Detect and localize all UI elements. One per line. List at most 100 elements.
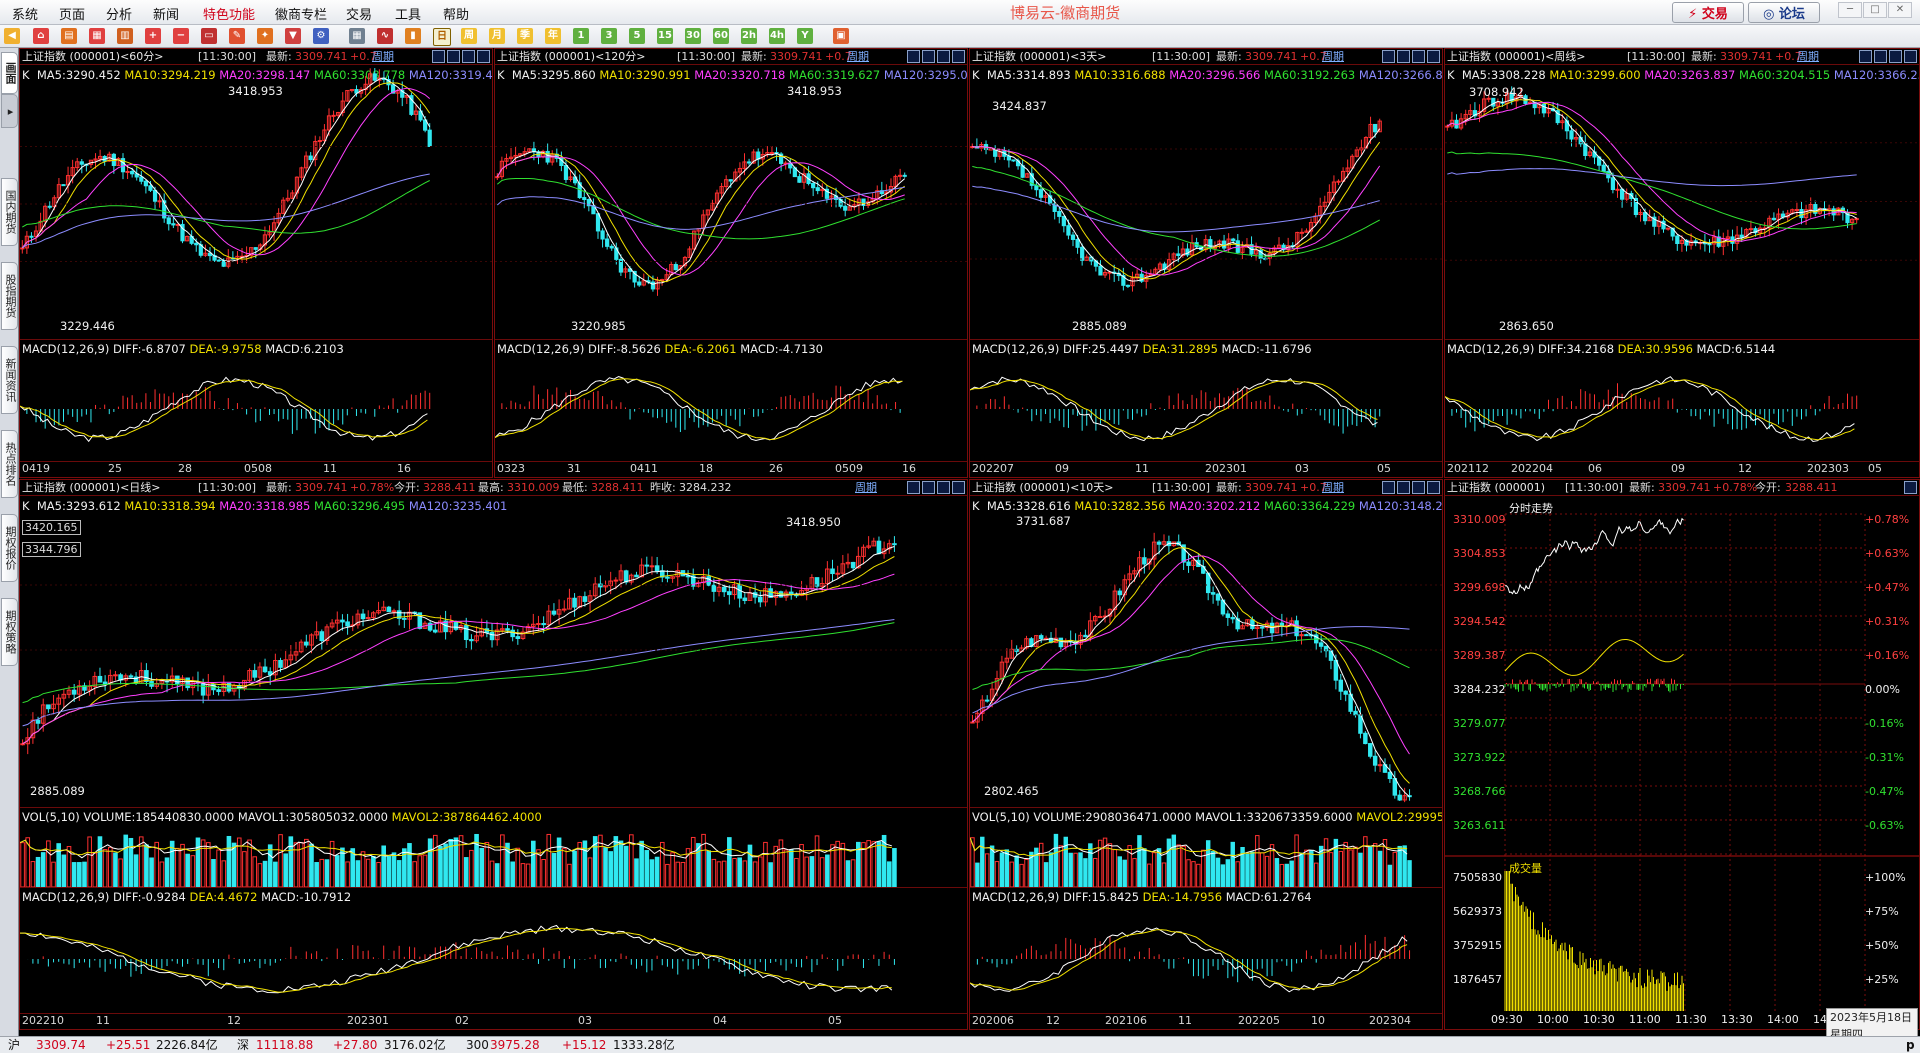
candle-body (649, 565, 655, 568)
volume-chart (970, 833, 1412, 887)
back-arrow-icon[interactable]: ◀ (4, 28, 20, 44)
side-tab-screen[interactable]: 画面 (1, 52, 18, 94)
menu-tools[interactable]: 工具 (395, 4, 421, 23)
period-month-button[interactable]: 月 (489, 28, 505, 44)
chart-panel-10day[interactable]: 上证指数 (000001)<10天> [11:30:00] 最新: 3309.7… (969, 479, 1443, 1030)
side-tab-toggle[interactable]: ▸ (1, 94, 18, 128)
candle-body (1304, 634, 1309, 637)
period-3m-button[interactable]: 3 (601, 28, 617, 44)
volume-bar (319, 858, 325, 887)
menu-features[interactable]: 特色功能 (203, 4, 255, 23)
candle-body (1610, 177, 1616, 191)
period-week-button[interactable]: 周 (461, 28, 477, 44)
volume-bar (634, 858, 639, 887)
menu-analysis[interactable]: 分析 (106, 4, 132, 23)
candle-body (262, 666, 268, 673)
forum-button[interactable]: ◎ 论坛 (1748, 2, 1820, 23)
side-tab-options-strategy[interactable]: 期权策略 (1, 598, 18, 666)
home-icon[interactable]: ⌂ (33, 28, 49, 44)
macd-row: MACD(12,26,9) DIFF:-0.9284 DEA:4.4672 MA… (22, 889, 351, 905)
zoom-in-icon[interactable]: + (145, 28, 161, 44)
chart-panel-60min[interactable]: 上证指数 (000001)<60分> [11:30:00] 最新: 3309.7… (19, 48, 493, 478)
low-label: 2885.089 (1072, 319, 1127, 333)
period-1m-button[interactable]: 1 (573, 28, 589, 44)
period-2h-button[interactable]: 2h (741, 28, 757, 44)
side-tab-index-futures[interactable]: 股指期货 (1, 262, 18, 330)
status-bar: 沪 3309.74 +25.51 2226.84亿 深 11118.88 +27… (0, 1036, 1920, 1053)
period-60m-button[interactable]: 60 (713, 28, 729, 44)
period-4h-button[interactable]: 4h (769, 28, 785, 44)
close-icon[interactable]: ✕ (1888, 2, 1912, 18)
zoom-out-icon[interactable]: − (173, 28, 189, 44)
volume-bar (123, 834, 129, 887)
dea-value: DEA:30.9596 (1617, 342, 1693, 356)
side-tab-domestic-futures[interactable]: 国内期货 (1, 178, 18, 246)
volume-bar (716, 861, 722, 887)
menu-system[interactable]: 系统 (12, 4, 38, 23)
window-icon[interactable]: ▭ (201, 28, 217, 44)
intraday-panel[interactable]: 上证指数 (000001) [11:30:00] 最新: 3309.741 +0… (1444, 479, 1920, 1030)
chart-icon[interactable]: ▥ (117, 28, 133, 44)
pen-icon[interactable]: ✎ (229, 28, 245, 44)
menu-trade[interactable]: 交易 (346, 4, 372, 23)
volume-bar (1019, 863, 1024, 887)
chart-panel-weekly[interactable]: 上证指数 (000001)<周线> [11:30:00] 最新: 3309.74… (1444, 48, 1920, 478)
chart-panel-120min[interactable]: 上证指数 (000001)<120分> [11:30:00] 最新: 3309.… (494, 48, 968, 478)
volume-bar (675, 861, 681, 887)
period-15m-button[interactable]: 15 (657, 28, 673, 44)
candle-body (1343, 690, 1348, 695)
volume-bar (262, 860, 268, 887)
menu-news[interactable]: 新闻 (153, 4, 179, 23)
volume-bar (267, 844, 273, 887)
axis-label: 05 (1868, 462, 1882, 475)
candle-icon[interactable]: ▮ (405, 28, 421, 44)
macd-value: MACD:-10.7912 (261, 890, 352, 904)
price-axis-label: 3304.853 (1453, 547, 1506, 560)
macd-value: MACD:-11.6796 (1221, 342, 1312, 356)
volume-bar (309, 843, 314, 887)
period-30m-button[interactable]: 30 (685, 28, 701, 44)
period-day-button[interactable]: 日 (433, 28, 451, 46)
report-icon[interactable]: ▦ (89, 28, 105, 44)
panel-max-icon[interactable] (1904, 481, 1917, 494)
period-year-button[interactable]: 年 (545, 28, 561, 44)
settings-icon[interactable]: ⚙ (313, 28, 329, 44)
maximize-icon[interactable]: □ (1863, 2, 1887, 18)
line-chart-icon[interactable]: ∿ (377, 28, 393, 44)
price-box-upper[interactable]: 3420.165 (22, 520, 81, 535)
grid-icon[interactable]: ▦ (349, 28, 365, 44)
calendar-icon[interactable]: ▣ (833, 28, 849, 44)
candle-body (1231, 238, 1236, 242)
menu-hs-column[interactable]: 徽商专栏 (275, 4, 327, 23)
menu-page[interactable]: 页面 (59, 4, 85, 23)
panel-title: 上证指数 (000001) (1447, 481, 1546, 494)
volume-bar (742, 860, 748, 887)
candle-body (278, 660, 283, 668)
minimize-icon[interactable]: ─ (1838, 2, 1862, 18)
last-price: 3309.741 (1658, 481, 1711, 494)
candle-body (157, 200, 162, 203)
sz-amount: 3176.02亿 (384, 1038, 446, 1052)
time-axis-label: 11:00 (1629, 1013, 1661, 1026)
period-y-button[interactable]: Y (797, 28, 813, 44)
period-5m-button[interactable]: 5 (629, 28, 645, 44)
candle-body (850, 561, 856, 569)
high-label: 3708.942 (1469, 85, 1524, 99)
volume-bar (205, 842, 211, 887)
filter-icon[interactable]: ▼ (285, 28, 301, 44)
chart-panel-3day[interactable]: 上证指数 (000001)<3天> [11:30:00] 最新: 3309.74… (969, 48, 1443, 478)
price-box-lower[interactable]: 3344.796 (22, 542, 81, 557)
chart-panel-daily[interactable]: 上证指数 (000001)<日线> [11:30:00] 最新: 3309.74… (19, 479, 968, 1030)
macd-value: MACD:61.2764 (1225, 890, 1312, 904)
trade-button[interactable]: ⚡ 交易 (1672, 2, 1744, 23)
paint-icon[interactable]: ✦ (257, 28, 273, 44)
menu-help[interactable]: 帮助 (443, 4, 469, 23)
period-quarter-button[interactable]: 季 (517, 28, 533, 44)
side-tab-options-quote[interactable]: 期权报价 (1, 514, 18, 582)
side-tab-news[interactable]: 新闻资讯 (1, 346, 18, 414)
diff-value: DIFF:15.8425 (1063, 890, 1140, 904)
book-icon[interactable]: ▤ (61, 28, 77, 44)
candle-body (1338, 679, 1344, 692)
candle-body (194, 242, 199, 246)
side-tab-hot-rank[interactable]: 热点排名 (1, 430, 18, 498)
